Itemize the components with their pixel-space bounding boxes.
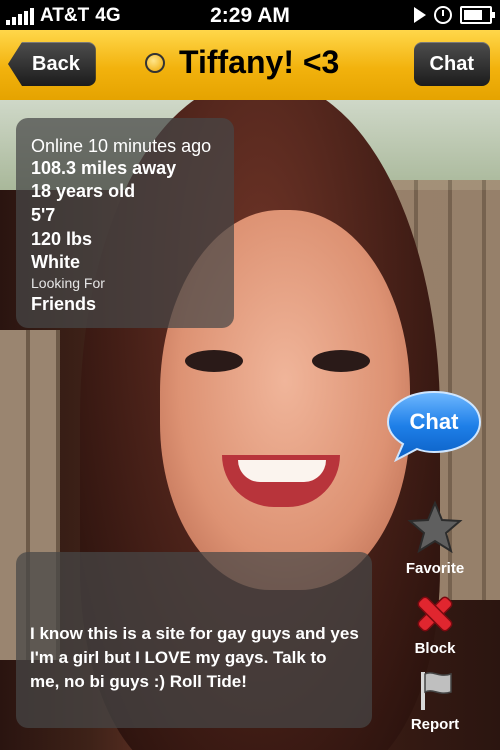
looking-for: Friends bbox=[31, 294, 97, 314]
star-icon bbox=[407, 500, 463, 554]
back-button[interactable]: Back bbox=[8, 42, 96, 86]
distance: 108.3 miles away bbox=[31, 158, 177, 178]
weight: 120 lbs bbox=[31, 229, 93, 249]
status-right bbox=[414, 6, 495, 24]
height: 5'7 bbox=[31, 205, 56, 225]
flag-icon bbox=[421, 672, 452, 710]
bio-text: I know this is a site for gay guys and y… bbox=[30, 624, 359, 691]
play-icon bbox=[414, 7, 426, 23]
chat-bubble-label: Chat bbox=[409, 409, 459, 434]
chat-button-top[interactable]: Chat bbox=[413, 42, 490, 86]
x-icon bbox=[417, 596, 453, 632]
looking-for-label: Looking For bbox=[31, 275, 105, 291]
nav-bar: Back Tiffany! <3 Chat bbox=[0, 30, 500, 101]
report-button[interactable]: Report bbox=[395, 668, 475, 733]
age: 18 years old bbox=[31, 181, 136, 201]
last-online: Online 10 minutes ago bbox=[31, 136, 212, 156]
bio-panel: I know this is a site for gay guys and y… bbox=[16, 552, 372, 728]
favorite-button[interactable]: Favorite bbox=[395, 500, 475, 577]
title-group: Tiffany! <3 bbox=[145, 44, 339, 81]
profile-info-panel: Online 10 minutes ago 108.3 miles away 1… bbox=[16, 118, 234, 328]
online-dot-icon bbox=[145, 52, 165, 73]
status-bar: AT&T 4G 2:29 AM bbox=[0, 0, 500, 30]
block-label: Block bbox=[414, 640, 456, 657]
report-label: Report bbox=[410, 716, 460, 733]
chat-bubble-button[interactable]: Chat bbox=[386, 390, 482, 463]
clock-icon bbox=[434, 6, 452, 24]
battery-icon bbox=[460, 6, 495, 24]
ethnicity: White bbox=[31, 252, 80, 272]
page-title: Tiffany! <3 bbox=[179, 44, 340, 80]
block-button[interactable]: Block bbox=[395, 592, 475, 657]
favorite-label: Favorite bbox=[405, 560, 465, 577]
